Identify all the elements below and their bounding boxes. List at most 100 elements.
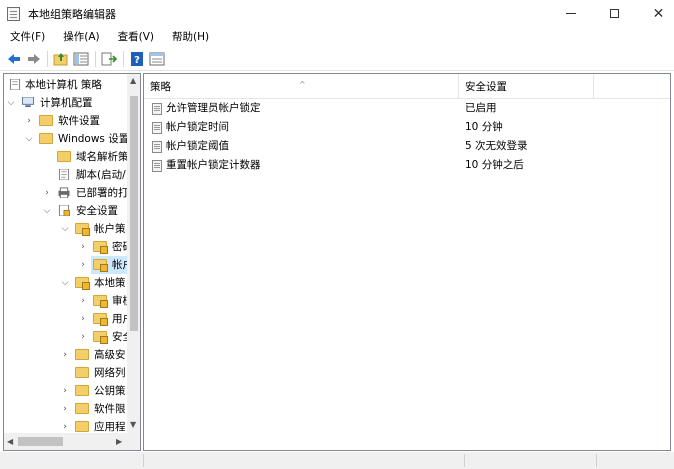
policy-item-icon <box>152 141 162 153</box>
policy-item-icon <box>152 122 162 134</box>
sort-ascending-icon: ^ <box>299 80 306 89</box>
folder-icon <box>57 151 71 162</box>
tree-item-deployed-printers[interactable]: › 已部署的打 <box>4 184 128 202</box>
scroll-left-icon[interactable]: ◀ <box>7 437 13 446</box>
up-folder-icon[interactable] <box>53 51 69 67</box>
tree-item-software-restriction[interactable]: › 软件限 <box>4 400 127 418</box>
tree-horizontal-scroll-thumb[interactable] <box>18 437 63 446</box>
chevron-right-icon[interactable]: › <box>24 112 34 130</box>
chevron-down-icon[interactable]: ⌵ <box>60 274 70 292</box>
policy-name: 帐户锁定时间 <box>166 121 229 133</box>
locked-folder-icon <box>93 331 108 344</box>
chevron-right-icon[interactable]: › <box>78 292 88 310</box>
policy-editor-app-icon <box>7 7 20 21</box>
policy-name: 允许管理员帐户锁定 <box>166 102 261 114</box>
chevron-right-icon[interactable]: › <box>60 346 70 364</box>
folder-icon <box>75 349 89 360</box>
locked-folder-icon <box>93 295 108 308</box>
show-hide-tree-icon[interactable] <box>73 51 89 67</box>
tree-item-password-policy[interactable]: › 密码 <box>4 238 133 256</box>
script-icon <box>58 169 70 180</box>
table-row[interactable]: 允许管理员帐户锁定 已启用 <box>144 99 670 118</box>
close-button[interactable]: ✕ <box>636 0 674 27</box>
tree-item-account-policies[interactable]: ⌵ 帐户策 <box>4 220 127 238</box>
printer-icon <box>58 187 70 198</box>
help-icon[interactable]: ? <box>129 51 145 67</box>
chevron-right-icon[interactable]: › <box>78 310 88 328</box>
chevron-right-icon[interactable]: › <box>78 238 88 256</box>
list-header: 策略 ^ 安全设置 <box>144 74 670 99</box>
locked-folder-icon <box>93 313 108 326</box>
folder-icon <box>75 421 89 432</box>
tree-item-public-key[interactable]: › 公钥策 <box>4 382 127 400</box>
tree-item-local-computer-policy[interactable]: 本地计算机 策略 <box>4 76 127 94</box>
tree-item-name-resolution-policy[interactable]: 域名解析策 <box>4 148 129 166</box>
forward-arrow-icon[interactable] <box>26 51 42 67</box>
menu-action[interactable]: 操作(A) <box>53 28 107 47</box>
chevron-down-icon[interactable]: ⌵ <box>24 130 34 148</box>
tree-item-software-settings[interactable]: › 软件设置 <box>4 112 127 130</box>
security-settings-icon <box>58 205 70 216</box>
column-header-policy[interactable]: 策略 ^ <box>144 74 459 99</box>
status-bar <box>0 452 674 469</box>
scroll-right-icon[interactable]: ▶ <box>116 437 122 446</box>
tree-item-local-policies[interactable]: ⌵ 本地策 <box>4 274 127 292</box>
minimize-button[interactable] <box>548 0 593 27</box>
menu-view[interactable]: 查看(V) <box>108 28 162 47</box>
tree-vertical-scrollbar[interactable]: ▲ ▼ <box>127 74 140 433</box>
status-divider <box>143 454 144 467</box>
folder-icon <box>39 133 53 144</box>
tree-item-account-lockout-policy[interactable]: › 帐户 <box>4 256 133 274</box>
policy-setting: 已启用 <box>465 102 497 114</box>
tree-item-network-list[interactable]: 网络列 <box>4 364 127 382</box>
policy-name: 重置帐户锁定计数器 <box>166 159 261 171</box>
export-list-icon[interactable] <box>101 51 117 67</box>
tree-horizontal-scrollbar[interactable]: ◀ ▶ <box>4 433 140 450</box>
chevron-right-icon[interactable]: › <box>42 184 52 202</box>
locked-folder-icon <box>75 277 90 290</box>
minimize-icon <box>565 13 576 14</box>
chevron-right-icon[interactable]: › <box>60 400 70 418</box>
tree-item-security-settings[interactable]: ⌵ 安全设置 <box>4 202 127 220</box>
menu-help[interactable]: 帮助(H) <box>162 28 217 47</box>
policy-name: 帐户锁定阈值 <box>166 140 229 152</box>
scroll-up-icon[interactable]: ▲ <box>130 76 136 85</box>
folder-icon <box>75 403 89 414</box>
policy-setting: 10 分钟之后 <box>465 159 524 171</box>
table-row[interactable]: 帐户锁定时间 10 分钟 <box>144 118 670 137</box>
maximize-icon <box>610 9 619 18</box>
tree-item-windows-settings[interactable]: ⌵ Windows 设置 <box>4 130 129 148</box>
properties-icon[interactable] <box>149 51 165 67</box>
tree-item-audit-policy[interactable]: › 审核 <box>4 292 133 310</box>
chevron-right-icon[interactable]: › <box>78 328 88 346</box>
table-row[interactable]: 重置帐户锁定计数器 10 分钟之后 <box>144 156 670 175</box>
chevron-right-icon[interactable]: › <box>78 256 88 274</box>
tree-pane: 本地计算机 策略 ⌵ 计算机配置 › 软件设置 ⌵ Windows 设置 域名解… <box>3 73 141 451</box>
tree-item-security-options[interactable]: › 安全 <box>4 328 133 346</box>
locked-folder-icon <box>93 241 108 254</box>
status-divider <box>464 454 465 467</box>
menu-file[interactable]: 文件(F) <box>0 28 53 47</box>
scroll-down-icon[interactable]: ▼ <box>130 420 136 429</box>
locked-folder-icon <box>93 259 108 272</box>
tree-item-scripts[interactable]: 脚本(启动/ <box>4 166 127 184</box>
table-row[interactable]: 帐户锁定阈值 5 次无效登录 <box>144 137 670 156</box>
toolbar: ? <box>0 47 674 71</box>
chevron-down-icon[interactable]: ⌵ <box>60 220 70 238</box>
tree-item-computer-config[interactable]: ⌵ 计算机配置 <box>4 94 127 112</box>
window-title: 本地组策略编辑器 <box>28 8 116 21</box>
tree-item-advanced-security[interactable]: › 高级安 <box>4 346 127 364</box>
policy-setting: 10 分钟 <box>465 121 503 133</box>
status-divider <box>596 454 597 467</box>
maximize-button[interactable] <box>592 0 637 27</box>
locked-folder-icon <box>75 223 90 236</box>
chevron-down-icon[interactable]: ⌵ <box>42 202 52 220</box>
svg-text:?: ? <box>134 55 140 66</box>
title-bar: 本地组策略编辑器 ✕ <box>0 0 674 27</box>
chevron-down-icon[interactable]: ⌵ <box>6 94 16 112</box>
tree-item-user-rights[interactable]: › 用户 <box>4 310 133 328</box>
back-arrow-icon[interactable] <box>6 51 22 67</box>
chevron-right-icon[interactable]: › <box>60 382 70 400</box>
column-header-security-setting[interactable]: 安全设置 <box>459 74 594 99</box>
tree-vertical-scroll-thumb[interactable] <box>130 96 138 331</box>
